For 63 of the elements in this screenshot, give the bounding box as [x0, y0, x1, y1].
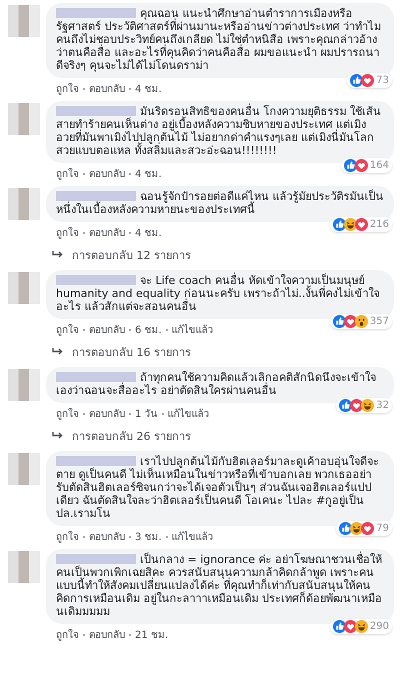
like-link[interactable]: ถูกใจ	[56, 529, 79, 544]
like-icon	[332, 315, 346, 328]
comment-text: ฉอนรู้จักป๋ารอยต่อดีแค่ไหน แล้วรู้มัยประวัติรมันเป็นหนึ่งในเบื้องหลังความหายนะของประเทศนี้	[56, 190, 384, 216]
laughing-face-icon	[354, 620, 368, 633]
reaction-count: 290	[370, 620, 389, 633]
reaction-count: 32	[376, 399, 389, 412]
reply-link[interactable]: ตอบกลับ	[89, 529, 125, 544]
like-link[interactable]: ถูกใจ	[56, 166, 79, 181]
avatar[interactable]	[8, 453, 40, 485]
comment-text: ถ้าทุกคนใช้ความคิดแล้วเลิกอคติสักนิดนึงจะเข้าใจเองว่าฉอนจะสื่ออะไร อย่าตัดสินใครผ่านคนอื่น	[56, 371, 377, 397]
reply-arrow-icon	[52, 431, 64, 441]
reaction-count: 73	[376, 74, 389, 87]
surprised-face-icon	[354, 315, 368, 328]
avatar[interactable]	[8, 188, 40, 220]
reply-link[interactable]: ตอบกลับ	[89, 166, 125, 181]
view-replies-link[interactable]: การตอบกลับ 16 รายการ	[52, 343, 400, 361]
like-icon	[339, 399, 352, 412]
avatar[interactable]	[8, 5, 40, 37]
like-icon	[332, 218, 346, 231]
like-link[interactable]: ถูกใจ	[56, 627, 79, 642]
like-icon	[339, 522, 352, 535]
reply-link[interactable]: ตอบกลับ	[89, 81, 125, 96]
timestamp: 1 วัน	[135, 408, 158, 421]
avatar[interactable]	[8, 551, 40, 583]
comment-text: เป็นกลาง = ignorance ค่ะ อย่าโฆษณาชวนเชื่อให้คนเป็นพวกเพิกเฉยสิคะ ควรสนับสนุนความกล้าคิดกล้าพูด เพราะคนแบบนี้ทำให้สังคมเปลี่ยนแปลงได้ค่ะ ที่คุณทำก็เท่ากับสนับสนุนให้คนคิดการเหมือนเดิม อยู่ในกะลาาาเหมือนเดิม ประเทศก็ด้อยพัฒนาเหมือนเดิมมมมม	[56, 553, 383, 618]
reply-link[interactable]: ตอบกลับ	[89, 225, 125, 240]
laughing-face-icon	[344, 218, 357, 231]
like-icon	[344, 159, 357, 172]
timestamp: 21 ชม.	[135, 629, 168, 642]
comment-text: เราไปปลูกต้นไม้กับฮิตเลอร์มาละดูเค้าอบอุ่นใจดีจะตาย ดูเป็นคนดี ไม่เห็นเหมือนในข่าวหรือที่เข้าบอกเลย พวกเธออย่ารับตัดสินฮิตเลอร์ซิจนกว่าจะได้เจอตัวเป็นๆ ส่วนฉันเจอฮิตเลอร์แปปเดียว ฉันตัดสินใจละว่าฮิตเลอร์เป็นคนดี โอเคนะ ไปละ #กูอยู่เป็น ปล.เรามโน	[56, 455, 380, 520]
comment-text: มันริดรอนสิทธิของคนอื่น โกงความยุติธรรม ใช้เส้นสายทำร้ายคนเห็นต่าง อยู่เบื้องหลังความชิบหายของประเทศ แต่เมิงอวยที่มันพาเมิงไปปลูกต้นไม้ ไม่อยากด่าคำแรงๆเลย แต่เมิงนี่มันโลกสวยแบบตอแหล ทั้งสลิ่มและสวะอ่ะฉอน!!!!!!!!	[56, 105, 382, 157]
avatar[interactable]	[8, 369, 40, 401]
like-icon	[350, 74, 364, 87]
timestamp: 4 ชม.	[135, 83, 162, 96]
like-icon	[332, 620, 346, 633]
timestamp: 4 ชม.	[135, 227, 162, 240]
reaction-count: 357	[370, 315, 389, 328]
reaction-count: 164	[370, 159, 389, 172]
reply-link[interactable]: ตอบกลับ	[89, 406, 125, 421]
edited-label[interactable]: แก้ไขแล้ว	[172, 529, 214, 544]
like-link[interactable]: ถูกใจ	[56, 406, 79, 421]
laughing-face-icon	[361, 399, 374, 412]
reply-arrow-icon	[52, 347, 64, 357]
reply-link[interactable]: ตอบกลับ	[89, 627, 125, 642]
timestamp: 4 ชม.	[135, 168, 162, 181]
edited-label[interactable]: แก้ไขแล้ว	[172, 322, 214, 337]
avatar[interactable]	[8, 272, 40, 304]
reaction-count: 79	[376, 522, 389, 535]
reaction-count: 216	[370, 218, 389, 231]
like-link[interactable]: ถูกใจ	[56, 322, 79, 337]
reply-arrow-icon	[52, 250, 64, 260]
timestamp: 6 ชม.	[135, 324, 162, 337]
like-link[interactable]: ถูกใจ	[56, 81, 79, 96]
like-link[interactable]: ถูกใจ	[56, 225, 79, 240]
timestamp: 3 ชม.	[135, 531, 162, 544]
comment-text: จะ Life coach คนอื่น หัดเข้าใจความเป็นมนุษย์ humanity and equality ก่อนนะครับ เพราะถ้าไม่..งั้นพี่คงไม่เข้าใจอะไร แล้วสักแต่จะสอนคนอื่น	[56, 274, 380, 313]
avatar[interactable]	[8, 103, 40, 135]
reply-link[interactable]: ตอบกลับ	[89, 322, 125, 337]
laughing-face-icon	[350, 522, 364, 535]
comment-text: คุณฉอน แนะนำศึกษาอ่านตำราการเมืองหรือรัฐศาสตร์ ประวัติศาสตร์ที่ผ่านมานะหรืออ่านข่าวต่างประเทศ ว่าทำไมคนถึงไม่ชอบประวิทย์คนถึงเกลียด ไม่ใช่ตำหนิสือ เพราะคุณกล่าวอ้างว่าตนคือสื่อ และอะไรที่คุนคิดว่าคนคือสื่อ ผมขอแนะนำ ผมปรารถนาดีจริงๆ คุนจะไม่ได้ไม่โดนดราม่า	[56, 7, 382, 72]
edited-label[interactable]: แก้ไขแล้ว	[168, 406, 210, 421]
view-replies-link[interactable]: การตอบกลับ 26 รายการ	[52, 427, 400, 445]
view-replies-link[interactable]: การตอบกลับ 12 รายการ	[52, 246, 400, 264]
